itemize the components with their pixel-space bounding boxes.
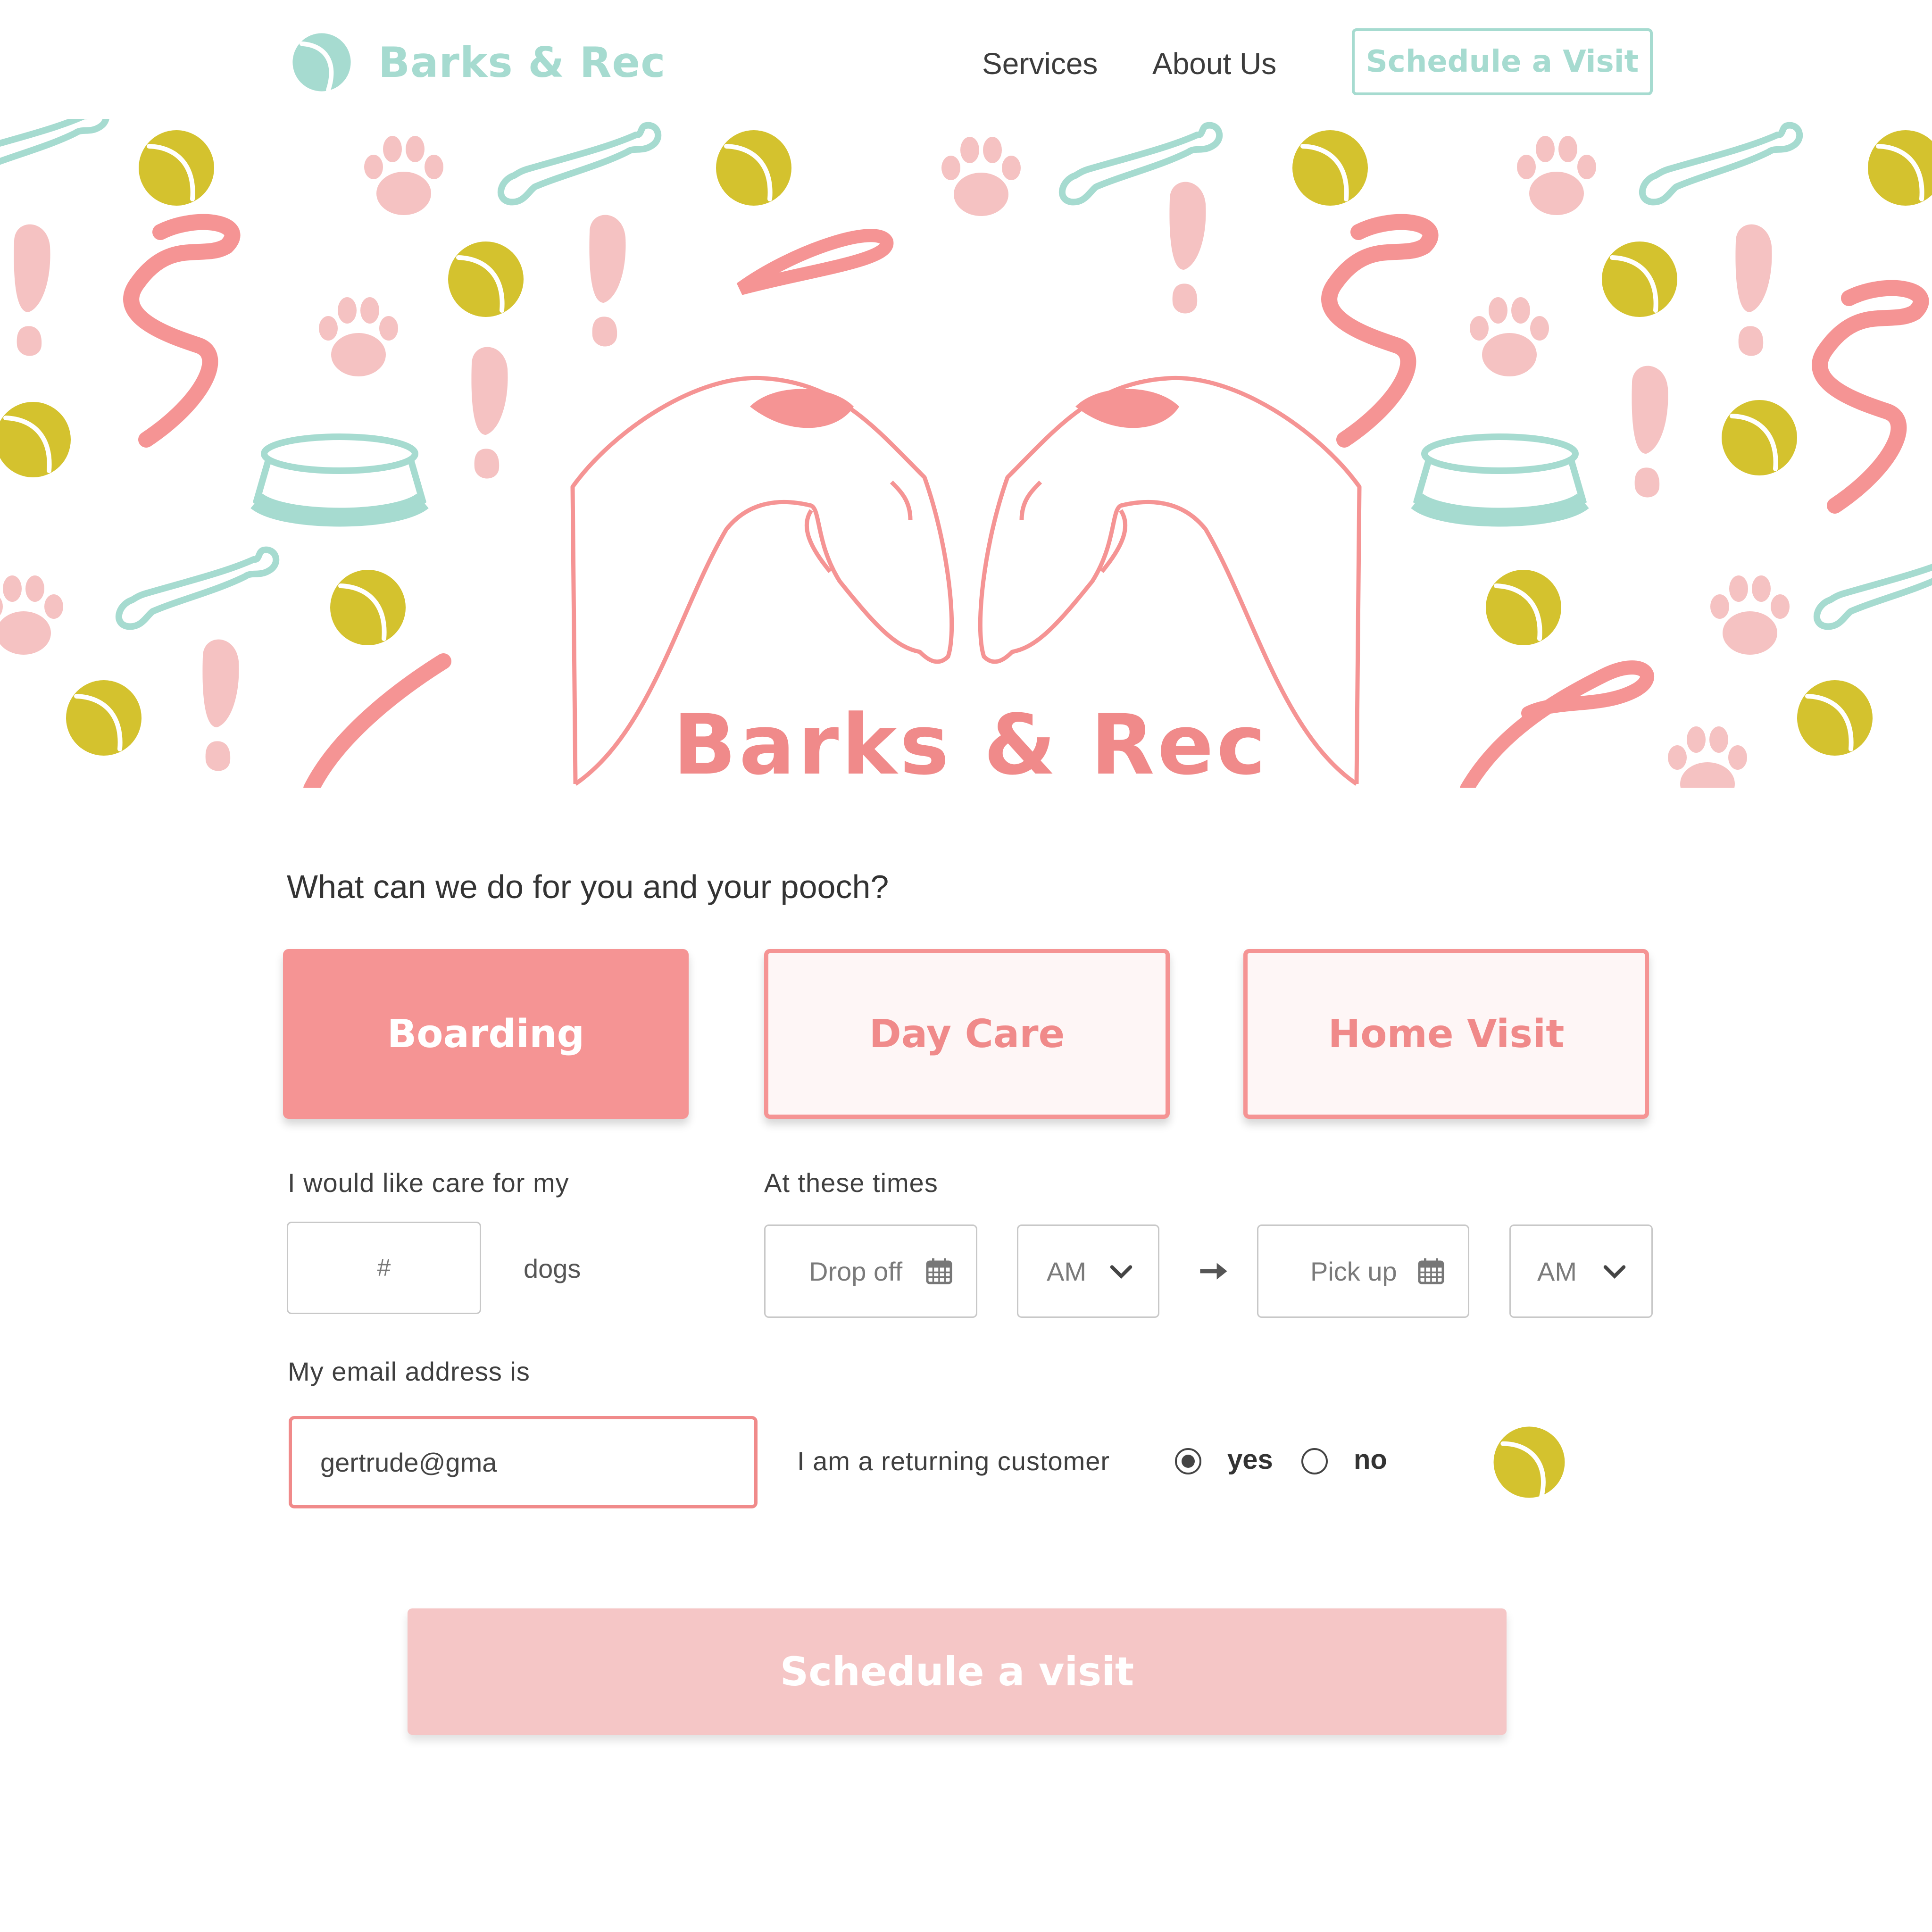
tennis-ball-icon	[1722, 400, 1797, 475]
nav-about-link[interactable]: About Us	[1152, 42, 1276, 85]
footprint-icon	[1735, 224, 1772, 356]
arrow-right-icon	[1200, 1263, 1227, 1280]
schedule-visit-nav-button[interactable]: Schedule a Visit	[1352, 28, 1653, 95]
dog-bowl-icon	[1417, 437, 1583, 517]
form-question: What can we do for you and your pooch?	[287, 868, 889, 905]
nav-services-link[interactable]: Services	[982, 42, 1098, 85]
returning-yes-label[interactable]: yes	[1227, 1443, 1273, 1476]
paw-icon	[1470, 297, 1549, 376]
paw-icon	[319, 297, 398, 376]
pickup-ampm-select[interactable]: AM	[1509, 1224, 1653, 1318]
bone-icon	[501, 125, 658, 202]
paw-icon	[1517, 136, 1596, 215]
hero-illustration	[0, 119, 1932, 788]
returning-yes-radio[interactable]	[1175, 1448, 1201, 1474]
service-homevisit-button[interactable]: Home Visit	[1243, 949, 1649, 1119]
bone-icon	[119, 550, 276, 627]
dropoff-date-field[interactable]: Drop off	[764, 1224, 977, 1318]
schedule-visit-submit-button[interactable]: Schedule a visit	[408, 1608, 1507, 1735]
paw-icon	[364, 136, 443, 215]
returning-customer-label: I am a returning customer	[797, 1446, 1110, 1476]
chevron-down-icon	[1603, 1265, 1626, 1279]
dogs-count-input[interactable]: #	[287, 1222, 481, 1314]
dog-ear-left	[750, 389, 854, 428]
pickup-placeholder: Pick up	[1310, 1256, 1397, 1286]
footprint-icon	[1169, 182, 1206, 314]
tennis-ball-icon	[1602, 242, 1677, 317]
pickup-date-field[interactable]: Pick up	[1257, 1224, 1469, 1318]
bone-icon	[0, 119, 106, 183]
returning-no-radio[interactable]	[1301, 1448, 1328, 1474]
dogs-count-label: I would like care for my	[288, 1168, 569, 1198]
leash-icon	[1820, 288, 1921, 506]
bone-icon	[1642, 125, 1799, 202]
email-label: My email address is	[288, 1357, 530, 1386]
tennis-ball-icon	[448, 242, 524, 317]
tennis-ball-icon	[0, 402, 71, 477]
logo-icon[interactable]	[289, 29, 355, 95]
dog-bowl-icon	[257, 437, 423, 517]
tennis-ball-icon	[1493, 1426, 1565, 1499]
chevron-down-icon	[1110, 1265, 1133, 1279]
dropoff-placeholder: Drop off	[809, 1256, 903, 1286]
hero-title: Barks & Rec	[673, 697, 1269, 793]
paw-icon	[1710, 575, 1790, 655]
service-daycare-button[interactable]: Day Care	[764, 949, 1170, 1119]
tennis-ball-icon	[1868, 130, 1932, 206]
brand-name[interactable]: Barks & Rec	[378, 37, 666, 89]
bone-icon	[1817, 550, 1932, 627]
footprint-icon	[14, 224, 50, 356]
dog-ear-right	[1075, 389, 1179, 428]
paw-icon	[941, 137, 1021, 216]
tennis-ball-icon	[716, 130, 791, 206]
email-field[interactable]	[289, 1416, 758, 1508]
times-label: At these times	[764, 1168, 938, 1198]
tennis-ball-icon	[1292, 130, 1368, 206]
dogs-count-placeholder: #	[377, 1254, 391, 1282]
returning-no-label[interactable]: no	[1354, 1443, 1387, 1476]
tennis-ball-icon	[1486, 570, 1561, 645]
leash-icon	[1329, 222, 1430, 440]
dogs-suffix-label: dogs	[524, 1254, 581, 1283]
tennis-ball-icon	[330, 570, 406, 645]
footprint-icon	[1632, 366, 1668, 498]
tennis-ball-icon	[139, 130, 214, 206]
footprint-icon	[471, 347, 508, 479]
calendar-icon[interactable]	[925, 1257, 953, 1285]
pickup-ampm-value: AM	[1537, 1256, 1577, 1286]
leash-icon	[131, 222, 232, 440]
hero-banner	[0, 119, 1932, 788]
dropoff-ampm-select[interactable]: AM	[1017, 1224, 1159, 1318]
dropoff-ampm-value: AM	[1047, 1256, 1086, 1286]
paw-icon	[0, 575, 63, 655]
service-boarding-button[interactable]: Boarding	[283, 949, 689, 1119]
calendar-icon[interactable]	[1417, 1257, 1445, 1285]
footprint-icon	[589, 215, 626, 347]
